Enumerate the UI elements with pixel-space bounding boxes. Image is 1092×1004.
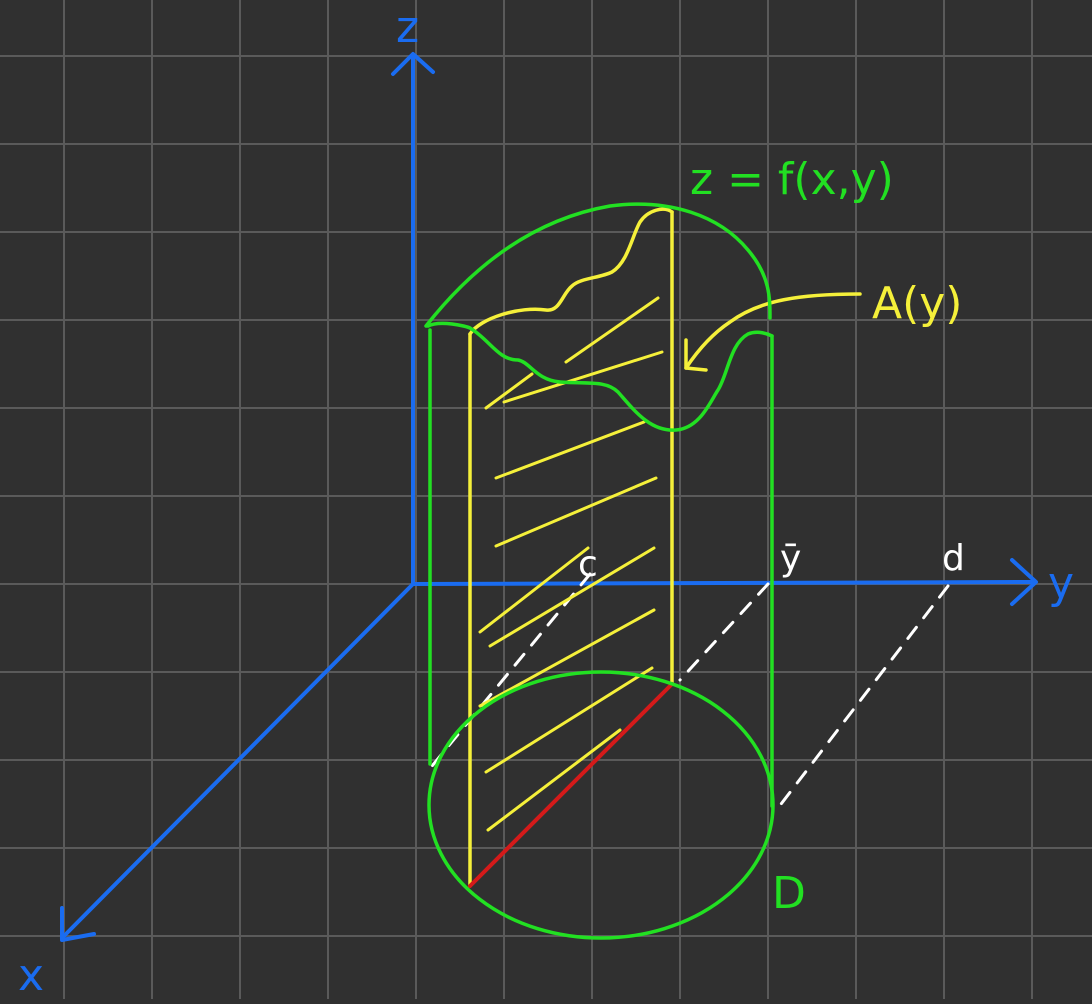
- surface-label: z = f(x,y): [690, 154, 894, 205]
- base-slice-segment: [468, 682, 674, 888]
- diagram-stage: z y x z = f(x,y) A(y) c d ȳ D: [0, 0, 1092, 1001]
- background-grid: [0, 0, 1092, 999]
- dashed-line-from-c: [430, 572, 592, 768]
- cylinder: [424, 202, 775, 940]
- dashed-line-from-d: [776, 584, 950, 810]
- cylinder-top-back-edge: [424, 202, 772, 328]
- x-axis-label: x: [18, 950, 44, 999]
- d-label: d: [942, 538, 965, 579]
- y-axis: [411, 580, 1037, 586]
- region-label: D: [772, 868, 806, 919]
- base-region-ellipse: [427, 670, 775, 940]
- z-axis-label: z: [396, 2, 419, 53]
- cylinder-slice-diagram: z y x z = f(x,y) A(y) c d ȳ D: [0, 0, 1092, 1001]
- cross-section-top-curve: [468, 207, 674, 336]
- c-label: c: [578, 544, 598, 585]
- y-axis-label: y: [1048, 558, 1074, 609]
- cross-section-hatching: [478, 296, 664, 832]
- cross-section-label: A(y): [872, 278, 962, 329]
- ybar-label: ȳ: [780, 538, 801, 579]
- dashed-line-from-ybar: [678, 582, 770, 682]
